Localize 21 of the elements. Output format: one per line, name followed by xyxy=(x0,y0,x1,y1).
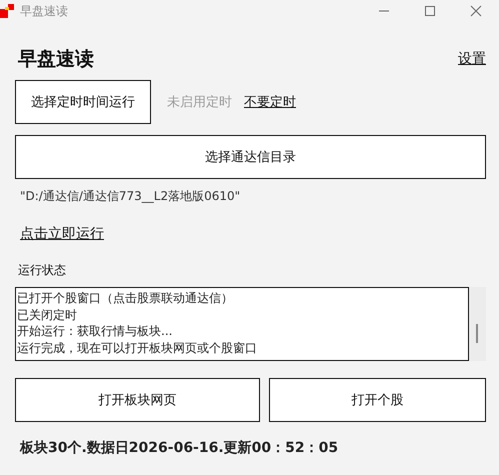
timer-status: 未启用定时 xyxy=(167,94,232,111)
settings-link[interactable]: 设置 xyxy=(458,50,486,68)
log-line: 开始运行：获取行情与板块... xyxy=(17,323,174,340)
log-label: 运行状态 xyxy=(18,262,67,279)
run-now-link[interactable]: 点击立即运行 xyxy=(20,225,104,243)
open-button[interactable]: 打开板块网页 xyxy=(15,378,260,422)
disable-timer-link[interactable]: 不要定时 xyxy=(244,93,296,111)
log-line: 运行完成，现在可以打开板块网页或个股窗口 xyxy=(17,340,258,356)
directory-path: "D:/通达信/通达信773__L2落地版0610" xyxy=(20,188,242,205)
status-text: 板块30个.数据日2026-06-16.更新00：52：05 xyxy=(20,439,340,457)
close-icon[interactable] xyxy=(470,5,482,17)
app-icon xyxy=(0,4,14,18)
window-title: 早盘速读 xyxy=(20,2,69,20)
app-heading: 早盘速读 xyxy=(18,47,94,72)
log-line: 已关闭定时 xyxy=(17,306,78,323)
scrollbar[interactable] xyxy=(469,287,486,361)
maximize-icon[interactable] xyxy=(424,5,436,17)
log-line: 已打开个股窗口（点击股票联动通达信） xyxy=(17,290,234,306)
open-button[interactable]: 打开个股 xyxy=(269,378,486,422)
choose-directory-button[interactable]: 选择通达信目录 xyxy=(15,135,486,179)
schedule-button[interactable]: 选择定时时间运行 xyxy=(15,80,151,124)
